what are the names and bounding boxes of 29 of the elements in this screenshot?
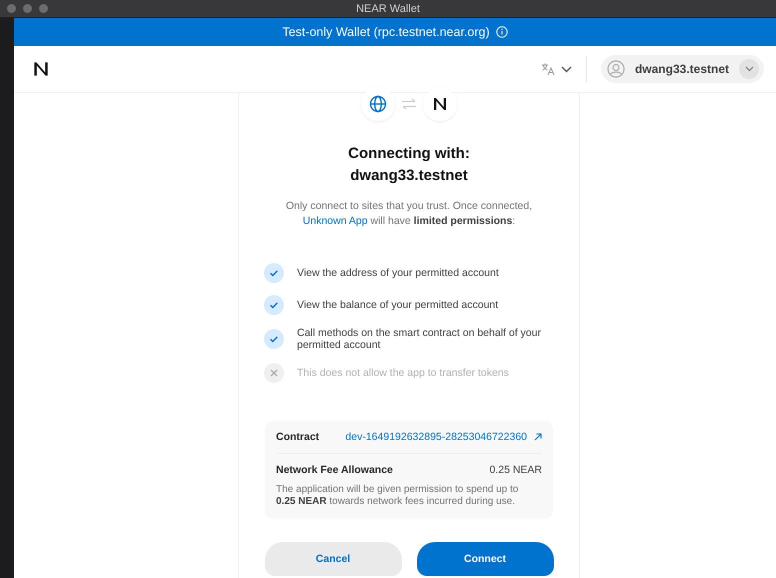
connect-heading: Connecting with: dwang33.testnet — [348, 144, 470, 186]
user-icon — [606, 60, 625, 78]
close-button[interactable] — [7, 4, 16, 13]
chevron-down-icon[interactable] — [560, 66, 572, 72]
zoom-button[interactable] — [39, 4, 48, 13]
translate-icon[interactable] — [540, 62, 555, 76]
fee-value: 0.25 NEAR — [489, 464, 542, 476]
contract-label: Contract — [276, 431, 320, 443]
banner-text: Test-only Wallet (rpc.testnet.near.org) — [282, 25, 490, 39]
cancel-button[interactable]: Cancel — [264, 542, 402, 576]
intro-text: Only connect to sites that you trust. Once connected, Unknown App will have limited permissions: — [284, 199, 534, 229]
connect-button[interactable]: Connect — [416, 542, 554, 576]
window-title: NEAR Wallet — [356, 2, 420, 14]
permission-text: This does not allow the app to transfer tokens — [297, 367, 509, 379]
swap-arrows-icon — [401, 98, 417, 110]
permission-text: View the balance of your permitted account — [297, 299, 498, 311]
near-logo-icon — [431, 95, 449, 113]
app-link[interactable]: Unknown App — [302, 215, 368, 227]
permission-text: View the address of your permitted account — [297, 267, 499, 279]
contract-link[interactable]: dev-1649192632895-28253046722360 — [345, 431, 542, 443]
globe-icon — [369, 95, 387, 113]
minimize-button[interactable] — [23, 4, 32, 13]
fee-note: The application will be given permission to spend up to 0.25 NEAR towards network fees incurred during use. — [276, 484, 520, 508]
fee-label: Network Fee Allowance — [276, 464, 393, 476]
chevron-down-icon — [744, 66, 754, 72]
permission-text: Call methods on the smart contract on behalf of your permitted account — [297, 327, 542, 351]
account-menu[interactable]: dwang33.testnet — [600, 55, 764, 83]
info-icon[interactable] — [496, 26, 508, 38]
external-link-icon — [534, 433, 542, 441]
